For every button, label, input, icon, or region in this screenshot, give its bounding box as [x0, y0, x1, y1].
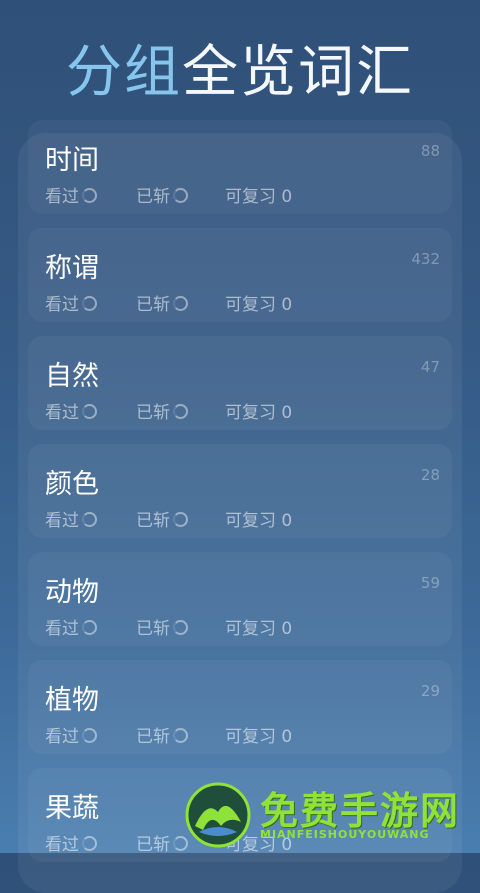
watermark-logo-icon [185, 782, 251, 848]
group-card-animals[interactable]: 动物 59 看过 已斩 可复习 0 [28, 552, 452, 646]
group-name: 称谓 [45, 253, 99, 284]
group-name: 颜色 [45, 469, 99, 500]
seen-stat: 看过 [45, 618, 97, 640]
cut-label: 已斩 [136, 835, 170, 855]
group-name: 自然 [45, 361, 99, 392]
page-title-rest: 全览词汇 [182, 40, 414, 105]
cut-label: 已斩 [136, 187, 170, 207]
group-card-nature[interactable]: 自然 47 看过 已斩 可复习 0 [28, 336, 452, 430]
watermark: 免费手游网 MIANFEISHOUYOUWANG [185, 778, 475, 850]
group-name: 动物 [45, 577, 99, 608]
group-word-count: 432 [411, 250, 440, 268]
review-stat: 可复习 0 [225, 403, 293, 423]
loading-spinner-icon [82, 620, 97, 635]
cut-stat: 已斩 [136, 726, 188, 748]
seen-stat: 看过 [45, 726, 97, 748]
cut-label: 已斩 [136, 511, 170, 531]
seen-stat: 看过 [45, 402, 97, 424]
loading-spinner-icon [82, 512, 97, 527]
review-stat: 可复习 0 [225, 727, 293, 747]
seen-label: 看过 [45, 187, 79, 207]
group-name: 时间 [45, 145, 99, 176]
group-word-count: 29 [420, 682, 440, 700]
watermark-text: 免费手游网 [260, 788, 461, 833]
loading-spinner-icon [173, 296, 188, 311]
group-card-plants[interactable]: 植物 29 看过 已斩 可复习 0 [28, 660, 452, 754]
group-card-time[interactable]: 时间 88 看过 已斩 可复习 0 [28, 120, 452, 214]
loading-spinner-icon [82, 836, 97, 851]
seen-label: 看过 [45, 295, 79, 315]
seen-label: 看过 [45, 835, 79, 855]
cut-label: 已斩 [136, 403, 170, 423]
seen-label: 看过 [45, 727, 79, 747]
group-card-colors[interactable]: 颜色 28 看过 已斩 可复习 0 [28, 444, 452, 538]
watermark-subtext: MIANFEISHOUYOUWANG [260, 828, 430, 841]
group-word-count: 47 [420, 358, 440, 376]
review-stat: 可复习 0 [225, 295, 293, 315]
loading-spinner-icon [173, 728, 188, 743]
page-title: 分组全览词汇 [0, 38, 480, 108]
review-stat: 可复习 0 [225, 619, 293, 639]
cut-stat: 已斩 [136, 294, 188, 316]
cut-label: 已斩 [136, 727, 170, 747]
loading-spinner-icon [82, 728, 97, 743]
cut-label: 已斩 [136, 619, 170, 639]
seen-stat: 看过 [45, 510, 97, 532]
group-word-count: 88 [420, 142, 440, 160]
page-title-accent: 分组 [66, 40, 182, 105]
loading-spinner-icon [173, 188, 188, 203]
seen-stat: 看过 [45, 294, 97, 316]
loading-spinner-icon [82, 404, 97, 419]
seen-label: 看过 [45, 511, 79, 531]
loading-spinner-icon [82, 296, 97, 311]
cut-stat: 已斩 [136, 618, 188, 640]
cut-stat: 已斩 [136, 186, 188, 208]
loading-spinner-icon [173, 620, 188, 635]
seen-label: 看过 [45, 403, 79, 423]
cut-stat: 已斩 [136, 510, 188, 532]
review-stat: 可复习 0 [225, 511, 293, 531]
group-word-count: 28 [420, 466, 440, 484]
seen-label: 看过 [45, 619, 79, 639]
loading-spinner-icon [173, 512, 188, 527]
cut-stat: 已斩 [136, 402, 188, 424]
group-word-count: 59 [420, 574, 440, 592]
seen-stat: 看过 [45, 186, 97, 208]
group-card-titles[interactable]: 称谓 432 看过 已斩 可复习 0 [28, 228, 452, 322]
loading-spinner-icon [173, 404, 188, 419]
group-name: 植物 [45, 685, 99, 716]
group-name: 果蔬 [45, 793, 99, 824]
cut-label: 已斩 [136, 295, 170, 315]
review-stat: 可复习 0 [225, 187, 293, 207]
loading-spinner-icon [82, 188, 97, 203]
